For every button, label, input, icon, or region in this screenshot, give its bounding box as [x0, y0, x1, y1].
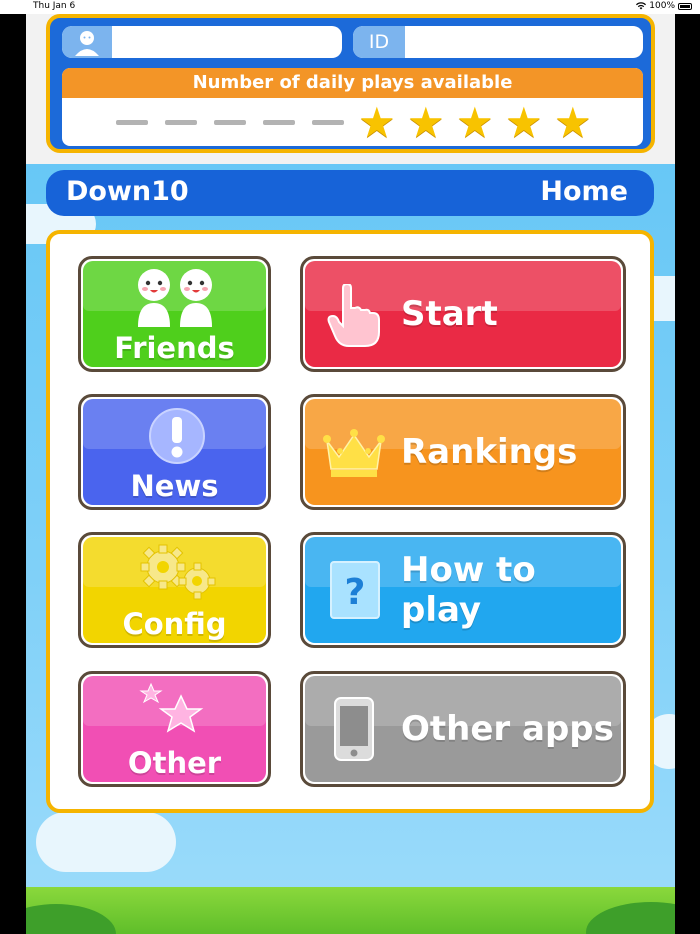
- profile-panel: ID Number of daily plays available ★ ★ ★ ★ ★: [46, 14, 655, 153]
- news-button[interactable]: News: [78, 394, 271, 510]
- friends-button[interactable]: Friends: [78, 256, 271, 372]
- other-label: Other: [127, 746, 222, 780]
- other-apps-label: Other apps: [401, 709, 614, 749]
- player-id-field: ID: [353, 26, 643, 58]
- star-icon: ★: [407, 98, 445, 146]
- menu-board: Friends News Config Other Start Rankings…: [46, 230, 654, 813]
- status-bar: Thu Jan 6 100%: [0, 0, 700, 14]
- rankings-button[interactable]: Rankings: [300, 394, 626, 510]
- app-title: Down10: [66, 176, 189, 207]
- used-play-dash: [116, 120, 148, 125]
- grass-ground: [26, 887, 675, 934]
- friends-label: Friends: [114, 331, 235, 365]
- exclamation-icon: [149, 408, 205, 464]
- used-play-dash: [214, 120, 246, 125]
- how-to-play-label: How to play: [401, 550, 536, 630]
- start-label: Start: [401, 294, 498, 334]
- title-bar: Down10 Home: [46, 170, 654, 216]
- app-screen: ID Number of daily plays available ★ ★ ★ ★ ★…: [26, 14, 675, 934]
- id-label: ID: [353, 26, 405, 58]
- star-icon: ★: [358, 98, 396, 146]
- start-button[interactable]: Start: [300, 256, 626, 372]
- how-to-play-button[interactable]: ? How to play: [300, 532, 626, 648]
- player-name-field: [62, 26, 342, 58]
- used-play-dash: [263, 120, 295, 125]
- smartphone-icon: [334, 697, 374, 761]
- status-right: 100%: [636, 1, 692, 11]
- wifi-icon: [636, 2, 647, 10]
- star-icon: ★: [505, 98, 543, 146]
- rankings-label: Rankings: [401, 432, 578, 472]
- avatar-icon: [75, 31, 99, 56]
- status-date: Thu Jan 6: [33, 1, 76, 11]
- daily-plays-box: Number of daily plays available ★ ★ ★ ★ ★: [62, 68, 643, 146]
- battery-percent: 100%: [649, 1, 675, 11]
- daily-plays-header: Number of daily plays available: [62, 68, 643, 98]
- other-apps-button[interactable]: Other apps: [300, 671, 626, 787]
- pointing-hand-icon: [327, 284, 380, 347]
- config-button[interactable]: Config: [78, 532, 271, 648]
- used-play-dash: [312, 120, 344, 125]
- gears-icon: [140, 544, 216, 600]
- used-play-dash: [165, 120, 197, 125]
- other-button[interactable]: Other: [78, 671, 271, 787]
- page-title: Home: [540, 176, 628, 207]
- battery-icon: [678, 2, 692, 10]
- two-people-icon: [138, 269, 212, 327]
- config-label: Config: [122, 607, 227, 641]
- stars-icon: [139, 682, 204, 733]
- star-icon: ★: [554, 98, 592, 146]
- crown-icon: [323, 429, 385, 477]
- avatar: [62, 26, 112, 58]
- daily-plays-indicator: ★ ★ ★ ★ ★: [62, 102, 643, 144]
- news-label: News: [130, 469, 219, 503]
- svg-text:?: ?: [345, 572, 366, 613]
- cloud: [36, 812, 176, 872]
- question-card-icon: ?: [330, 561, 380, 619]
- star-icon: ★: [456, 98, 494, 146]
